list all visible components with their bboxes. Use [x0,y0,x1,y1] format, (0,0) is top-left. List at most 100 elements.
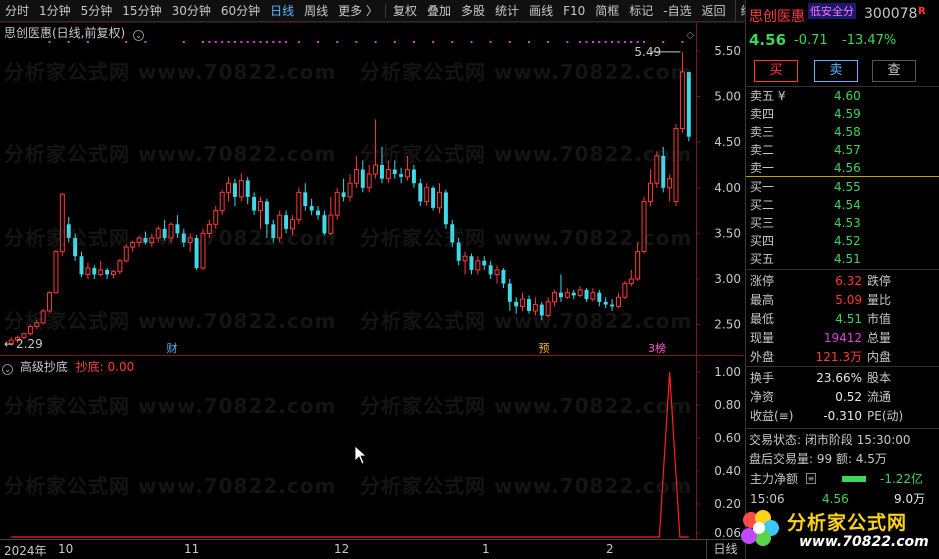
toolbar-item[interactable]: 叠加 [422,0,456,22]
candle-body [443,192,448,225]
candle-body [34,322,40,327]
sell-button[interactable]: 卖 [814,60,858,82]
candle-body [123,246,129,262]
candle-body [79,256,84,275]
signal-dot [227,41,230,43]
stock-name[interactable]: 思创医惠 [749,6,805,26]
signal-dot [240,41,243,43]
stock-app-window: 分时 1分钟 5分钟 15分钟 30分钟 60分钟 日线 周线 更多 〉复权 叠加 多股 统计 画线 F1… [0,0,939,559]
toolbar-item[interactable]: 周线 [299,0,333,22]
ask-row[interactable]: 卖四 4.59 [746,105,939,123]
toolbar-item[interactable]: -自选 [658,0,696,22]
risk-tag: 低安全分 [808,3,856,19]
signal-dot [201,41,204,43]
stat-row: 最高 5.09 量比 [746,291,939,309]
event-tag: 预 [539,342,550,355]
chart-area[interactable]: 5.50 5.00 4.50 4.00 3.50 3.00 2.50 5.49 ◇ ← 2.29 财 预… [0,22,744,559]
bid-row[interactable]: 买五 4.51 [746,250,939,268]
toolbar-item[interactable]: 60分钟 [216,0,265,22]
stat-label: 内盘 [867,350,892,364]
price-axis-label: 2.50 [714,318,741,332]
toolbar-item[interactable]: 30分钟 [167,0,216,22]
stat-value: 6.32 [835,274,862,288]
candle-body [206,223,212,234]
candle-body [475,260,481,271]
candle-body [27,325,33,335]
stat-row: 涨停 6.32 跌停 [746,272,939,290]
signal-dot [432,41,435,43]
candle-body [341,192,346,197]
chevron-down-icon[interactable]: ⌄ [133,30,145,41]
candle-body [622,283,628,298]
candle-body [181,233,186,243]
toolbar-item[interactable]: 统计 [490,0,524,22]
signal-dot [412,41,415,43]
signal-dot [617,41,620,43]
candle-body [92,268,97,275]
ask-row[interactable]: 卖三 4.58 [746,123,939,141]
toolbar-item[interactable]: 更多 〉 [333,0,383,22]
toolbar-item[interactable]: 分时 [0,0,34,22]
bid-row[interactable]: 买二 4.54 [746,196,939,214]
chevron-down-icon[interactable]: ⌄ [2,364,13,375]
candle-body [66,224,71,238]
signal-dot [48,41,51,43]
toolbar-item[interactable]: 5分钟 [76,0,118,22]
signal-dot [355,41,358,43]
after-hours-volume: 盘后交易量: 99 额: 4.5万 [749,452,887,466]
candle-body [73,237,78,257]
stat-label: 现量 [750,331,775,345]
toolbar-item[interactable]: 多股 [456,0,490,22]
stat-label: PE(动) [867,409,904,423]
candle-body [450,224,455,243]
list-icon[interactable]: ≡ [806,473,816,484]
candle-body [200,232,206,269]
logo-url: www.70822.com [799,534,929,550]
main-panel-title: 思创医惠(日线,前复权) [4,26,126,40]
candle-body [584,289,589,300]
signal-dot [611,41,614,43]
kline-chart[interactable]: 5.50 5.00 4.50 4.00 3.50 3.00 2.50 5.49 ◇ ← 2.29 财 预… [0,22,744,559]
signal-dot [278,41,281,43]
buy-button[interactable]: 买 [754,60,798,82]
query-button[interactable]: 查 [872,60,916,82]
toolbar-item[interactable]: 标记 [624,0,658,22]
sub-axis-label: 0.80 [714,398,741,412]
ask-row[interactable]: 卖五 ¥ 4.60 [746,87,939,105]
toolbar-item[interactable]: F10 [558,0,590,22]
level-label: 卖五 ¥ [750,89,786,103]
bid-row[interactable]: 买三 4.53 [746,214,939,232]
signal-dot [662,41,665,43]
toolbar-item[interactable]: 画线 [524,0,558,22]
candle-body [264,201,269,225]
candle-body [289,219,295,230]
sub-axis-label: 0.40 [714,464,741,478]
signal-dot [598,41,601,43]
signal-dot [547,41,550,43]
date-axis: 2024年 10 11 12 1 2 [0,539,744,559]
toolbar-item[interactable]: 15分钟 [117,0,166,22]
toolbar-item[interactable]: 简框 [590,0,624,22]
high-marker-label: 5.49 [634,45,661,59]
signal-dot [265,41,268,43]
toolbar-item[interactable]: 复权 [388,0,422,22]
candle-body [136,237,142,244]
candle-body [194,237,199,269]
candle-body [564,292,570,298]
toolbar-item[interactable]: 日线 [265,0,299,22]
stat-value: 5.09 [835,293,862,307]
candle-body [85,267,91,275]
toolbar-item[interactable]: 1分钟 [34,0,76,22]
candle-body [347,182,353,198]
bid-row[interactable]: 买一 4.55 [746,178,939,196]
ask-row[interactable]: 卖一 4.56 [746,159,939,177]
signal-dot [125,41,128,43]
signal-dot [144,41,147,43]
candle-body [334,191,340,216]
ask-row[interactable]: 卖二 4.57 [746,141,939,159]
toolbar-item[interactable]: 返回 [697,0,731,22]
stat-label: 总量 [867,331,892,345]
level-label: 卖二 [750,143,775,157]
candle-body [577,289,583,296]
bid-row[interactable]: 买四 4.52 [746,232,939,250]
